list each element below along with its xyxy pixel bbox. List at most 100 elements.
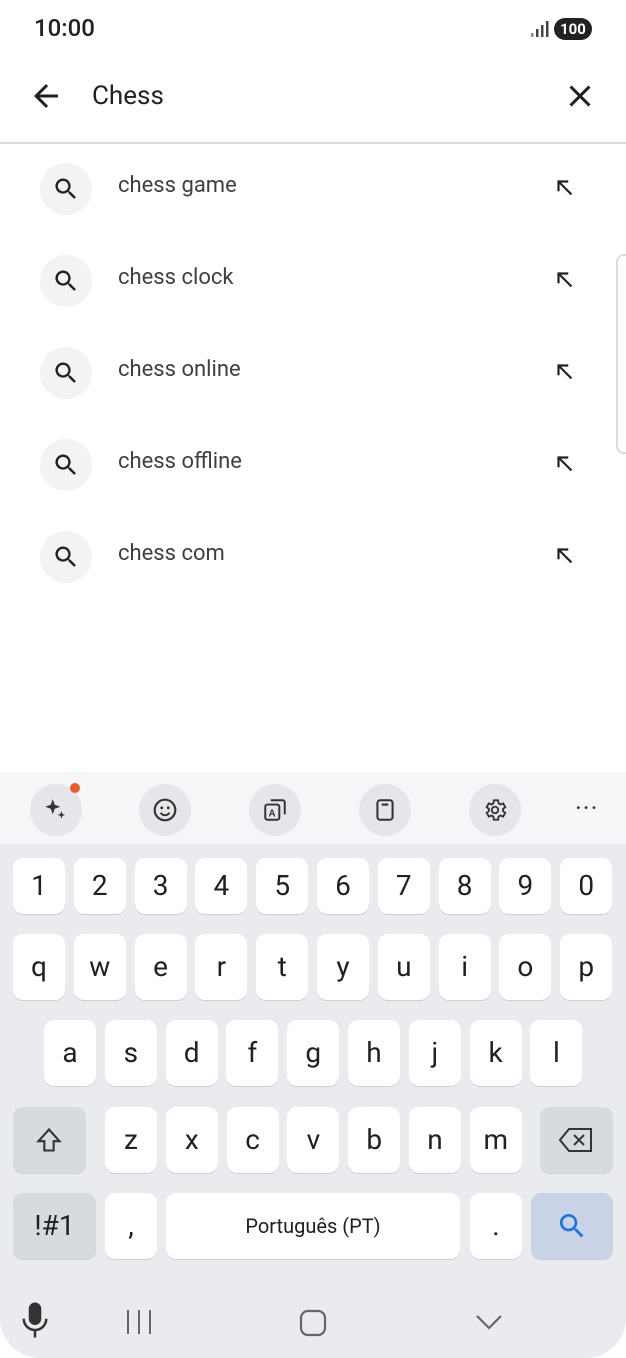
key-b[interactable]: b — [348, 1107, 401, 1173]
key-label: q — [31, 950, 47, 983]
key-r[interactable]: r — [195, 934, 248, 1000]
period-key[interactable]: . — [470, 1193, 522, 1259]
key-label: z — [124, 1123, 138, 1156]
key-label: 5 — [274, 869, 291, 902]
close-icon[interactable] — [562, 78, 598, 114]
search-icon — [55, 178, 76, 199]
key-f[interactable]: f — [226, 1020, 279, 1086]
emoji-button[interactable] — [139, 784, 191, 836]
key-j[interactable]: j — [408, 1020, 461, 1086]
suggestion-item[interactable]: chess clock — [0, 235, 626, 327]
recent-apps-icon[interactable] — [124, 1308, 154, 1336]
key-label: j — [431, 1036, 439, 1069]
suggestion-list: chess game chess clock chess online ches… — [0, 143, 626, 603]
key-label: l — [552, 1036, 560, 1069]
key-q[interactable]: q — [13, 934, 65, 1000]
key-label: !#1 — [34, 1209, 75, 1242]
key-o[interactable]: o — [499, 934, 552, 1000]
key-i[interactable]: i — [438, 934, 491, 1000]
key-x[interactable]: x — [165, 1107, 218, 1173]
backspace-key[interactable] — [540, 1107, 613, 1173]
fill-query-arrow-icon[interactable] — [552, 175, 578, 201]
key-u[interactable]: u — [377, 934, 430, 1000]
key-label: 1 — [31, 869, 47, 902]
status-time: 10:00 — [34, 14, 95, 42]
chevron-down-icon[interactable] — [474, 1310, 504, 1334]
key-a[interactable]: a — [44, 1020, 96, 1086]
clipboard-icon — [376, 799, 394, 821]
key-m[interactable]: m — [469, 1107, 522, 1173]
home-icon[interactable] — [298, 1308, 328, 1338]
key-label: g — [305, 1036, 322, 1069]
key-h[interactable]: h — [348, 1020, 400, 1086]
fill-query-arrow-icon[interactable] — [552, 359, 578, 385]
search-input[interactable]: Chess — [92, 78, 164, 114]
key-k[interactable]: k — [469, 1020, 522, 1086]
key-7[interactable]: 7 — [377, 858, 430, 914]
clipboard-button[interactable] — [359, 784, 411, 836]
translate-icon: A — [264, 799, 286, 821]
key-label: 2 — [91, 869, 108, 902]
key-6[interactable]: 6 — [317, 858, 369, 914]
fill-query-arrow-icon[interactable] — [552, 267, 578, 293]
key-s[interactable]: s — [104, 1020, 157, 1086]
battery-indicator: 100 — [554, 18, 592, 40]
key-t[interactable]: t — [256, 934, 309, 1000]
suggestion-item[interactable]: chess game — [0, 143, 626, 235]
key-9[interactable]: 9 — [499, 858, 552, 914]
key-label: 9 — [517, 869, 534, 902]
search-key[interactable] — [531, 1193, 613, 1259]
key-label: s — [123, 1036, 139, 1069]
svg-text:A: A — [269, 809, 276, 820]
space-key[interactable]: Português (PT) — [166, 1193, 460, 1259]
comma-key[interactable]: , — [105, 1193, 157, 1259]
key-w[interactable]: w — [73, 934, 126, 1000]
key-g[interactable]: g — [287, 1020, 340, 1086]
suggestion-item[interactable]: chess offline — [0, 419, 626, 511]
key-label: d — [183, 1036, 200, 1069]
key-n[interactable]: n — [409, 1107, 461, 1173]
key-v[interactable]: v — [287, 1107, 340, 1173]
key-c[interactable]: c — [226, 1107, 279, 1173]
key-4[interactable]: 4 — [195, 858, 248, 914]
key-d[interactable]: d — [165, 1020, 218, 1086]
notification-dot — [70, 783, 80, 793]
key-0[interactable]: 0 — [560, 858, 613, 914]
key-label: o — [517, 950, 534, 983]
key-1[interactable]: 1 — [13, 858, 65, 914]
microphone-icon[interactable] — [20, 1300, 50, 1340]
translate-button[interactable]: A — [249, 784, 301, 836]
suggestion-item[interactable]: chess online — [0, 327, 626, 419]
key-label: . — [492, 1209, 500, 1242]
key-e[interactable]: e — [134, 934, 187, 1000]
key-label: y — [336, 950, 350, 983]
key-z[interactable]: z — [105, 1107, 157, 1173]
fill-query-arrow-icon[interactable] — [552, 451, 578, 477]
key-8[interactable]: 8 — [438, 858, 491, 914]
suggestion-text: chess clock — [118, 265, 234, 290]
search-icon — [55, 362, 76, 383]
key-label: w — [89, 950, 111, 983]
scrollbar[interactable] — [616, 254, 626, 454]
search-icon — [55, 454, 76, 475]
key-y[interactable]: y — [317, 934, 369, 1000]
back-arrow-icon[interactable] — [28, 78, 64, 114]
shift-key[interactable] — [13, 1107, 86, 1173]
search-icon — [55, 546, 76, 567]
key-5[interactable]: 5 — [256, 858, 309, 914]
key-l[interactable]: l — [530, 1020, 583, 1086]
settings-button[interactable] — [469, 784, 521, 836]
suggestion-text: chess game — [118, 173, 237, 198]
key-3[interactable]: 3 — [134, 858, 187, 914]
key-p[interactable]: p — [560, 934, 613, 1000]
key-label: 3 — [152, 869, 169, 902]
navigation-bar — [0, 1288, 626, 1358]
more-options-icon[interactable]: ··· — [575, 794, 598, 824]
key-label: 6 — [335, 869, 351, 902]
suggestion-item[interactable]: chess com — [0, 511, 626, 603]
key-label: t — [277, 950, 287, 983]
fill-query-arrow-icon[interactable] — [552, 543, 578, 569]
key-2[interactable]: 2 — [73, 858, 126, 914]
search-icon-wrapper — [40, 347, 92, 399]
symbols-key[interactable]: !#1 — [13, 1193, 96, 1259]
